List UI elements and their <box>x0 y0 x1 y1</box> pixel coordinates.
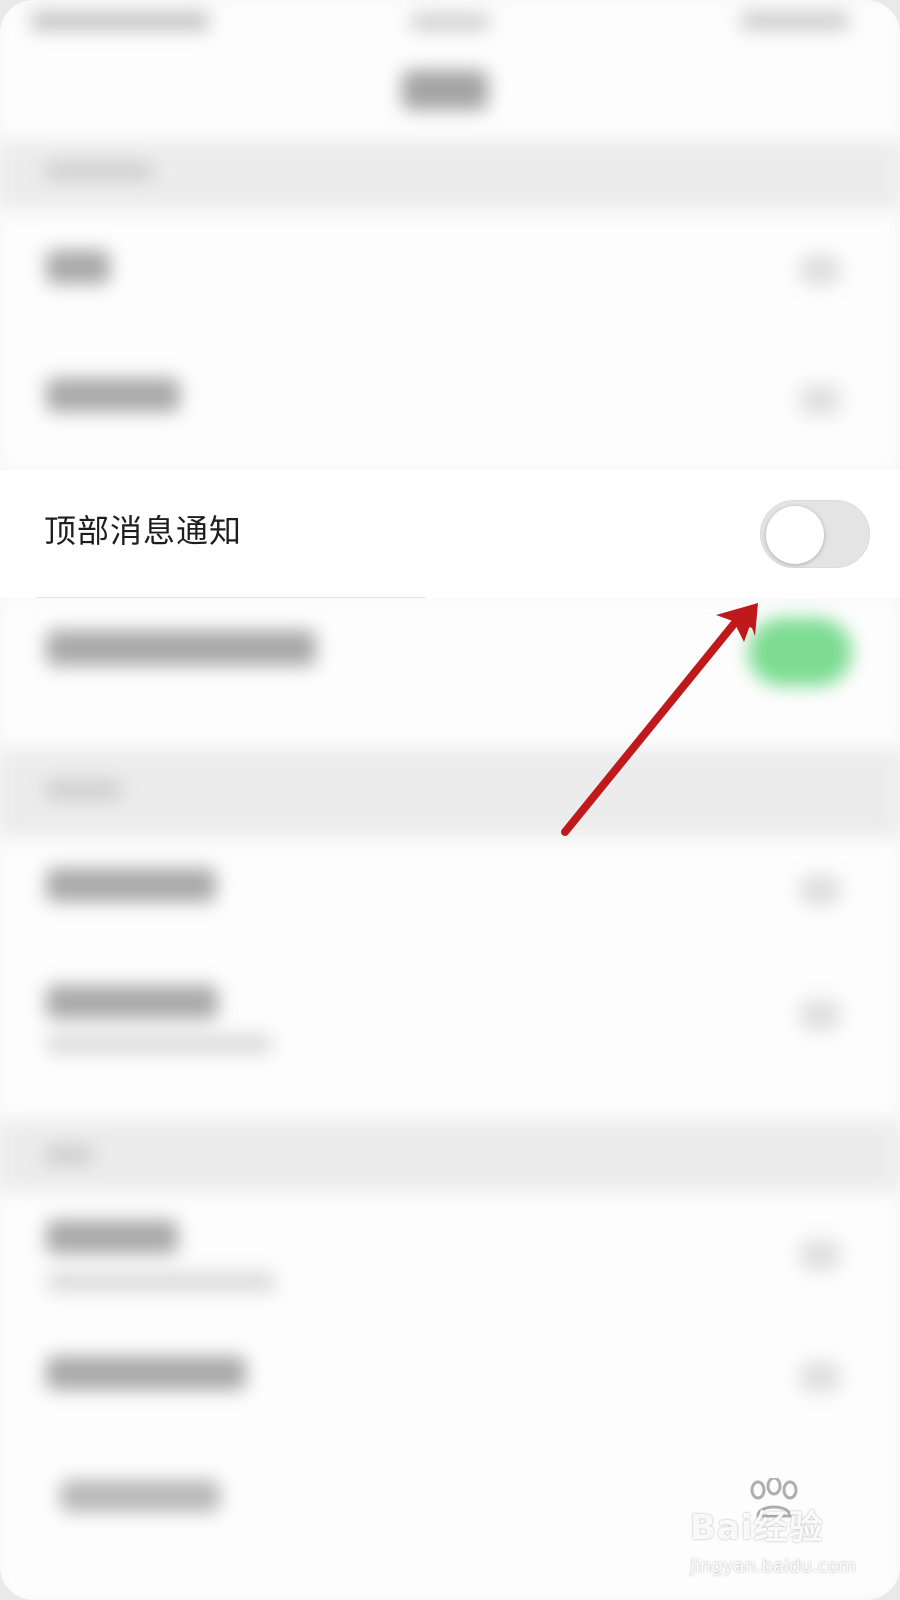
settings-screen: 顶部消息通知 Bai经验 jingyan.baidu.com <box>0 0 900 1600</box>
watermark-site: jingyan.baidu.com <box>690 1556 857 1577</box>
annotation-arrow-icon <box>561 603 758 836</box>
watermark-brand: Bai经验 <box>690 1508 824 1548</box>
baidu-jingyan-watermark: Bai经验 jingyan.baidu.com <box>688 1478 888 1588</box>
